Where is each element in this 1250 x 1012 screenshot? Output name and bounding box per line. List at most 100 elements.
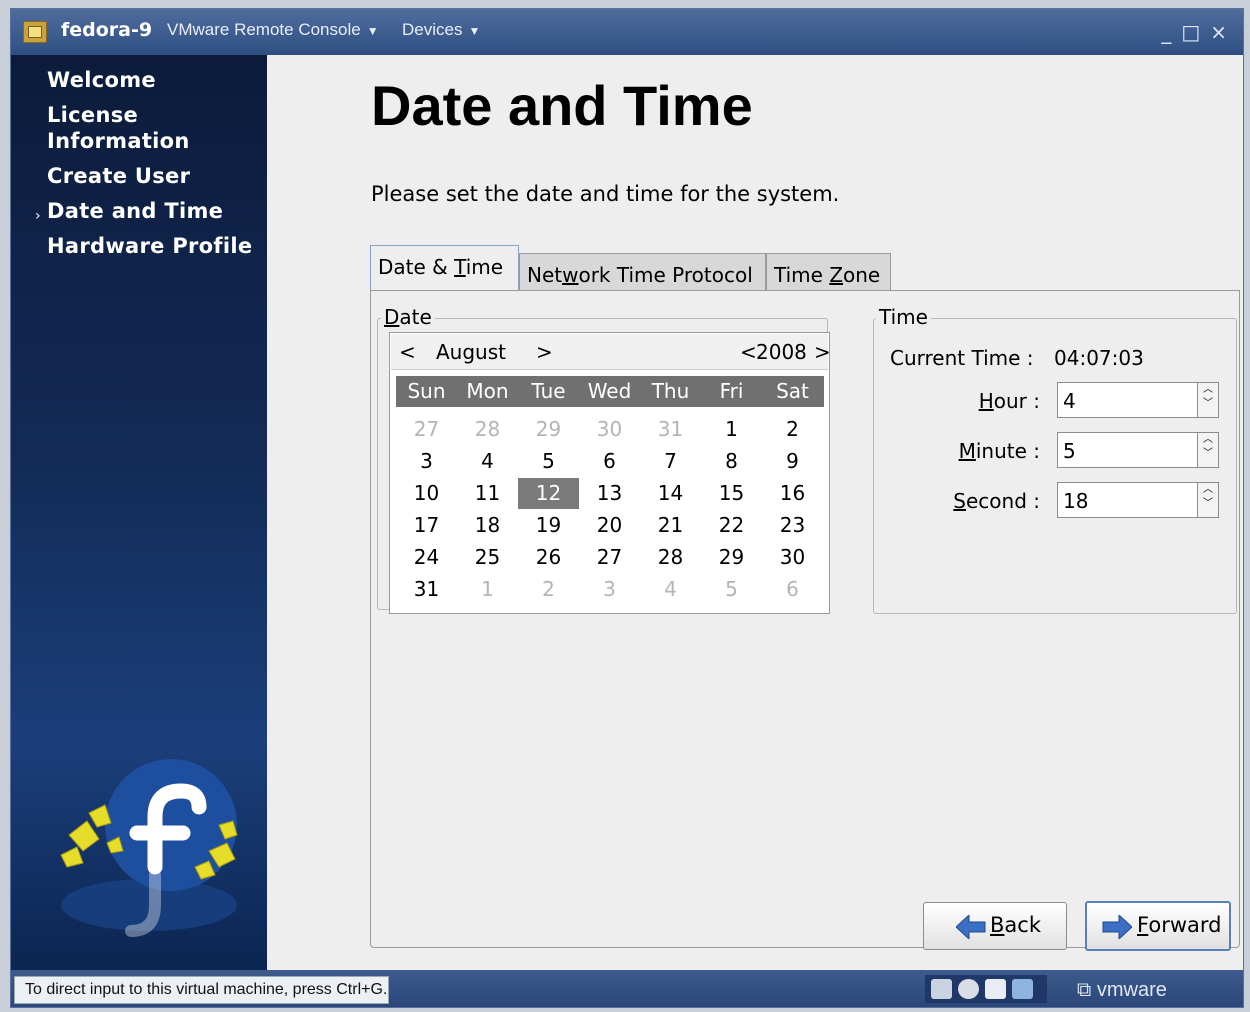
next-month-button[interactable]: > (536, 340, 553, 364)
calendar-day[interactable]: 23 (762, 510, 823, 541)
menu-devices[interactable]: Devices ▼ (402, 20, 480, 40)
label-text: econd : (965, 489, 1040, 513)
menu-vmware-remote-console[interactable]: VMware Remote Console ▼ (167, 20, 379, 40)
calendar-day[interactable]: 10 (396, 478, 457, 509)
calendar-day[interactable]: 15 (701, 478, 762, 509)
calendar-day[interactable]: 27 (579, 542, 640, 573)
vmware-glyph-icon: ⧉ (1077, 979, 1092, 1001)
chevron-down-icon: ▼ (366, 24, 379, 38)
calendar-day[interactable]: 1 (457, 574, 518, 605)
minimize-icon[interactable]: _ (1161, 20, 1171, 44)
calendar-day[interactable]: 30 (762, 542, 823, 573)
prev-year-button[interactable]: < (740, 340, 757, 364)
back-button[interactable]: Back (923, 902, 1067, 950)
time-frame-label: Time (876, 305, 931, 329)
hour-value: 4 (1063, 389, 1076, 413)
calendar: < August > < 2008 > Sun Mon Tue Wed Thu Fri Sa… (389, 332, 831, 614)
calendar-day[interactable]: 11 (457, 478, 518, 509)
prev-month-button[interactable]: < (399, 340, 416, 364)
tab-date-and-time[interactable]: Date & Time (370, 245, 519, 291)
tab-label: Net (527, 263, 563, 287)
calendar-day[interactable]: 28 (640, 542, 701, 573)
calendar-day[interactable]: 20 (579, 510, 640, 541)
calendar-day[interactable]: 30 (579, 414, 640, 445)
label-mnemonic: H (978, 389, 994, 413)
stepper-down-icon[interactable]: ﹀ (1198, 397, 1218, 411)
hour-stepper[interactable]: ︿ ﹀ (1197, 383, 1218, 417)
calendar-day[interactable]: 2 (518, 574, 579, 605)
calendar-day[interactable]: 3 (579, 574, 640, 605)
floppy-icon[interactable] (985, 979, 1006, 999)
calendar-day[interactable]: 17 (396, 510, 457, 541)
chevron-down-icon: ▼ (468, 24, 481, 38)
label-text: ate (399, 305, 432, 329)
calendar-day[interactable]: 3 (396, 446, 457, 477)
calendar-day[interactable]: 25 (457, 542, 518, 573)
calendar-day[interactable]: 22 (701, 510, 762, 541)
calendar-day[interactable]: 8 (701, 446, 762, 477)
network-icon[interactable] (1012, 979, 1033, 999)
calendar-day[interactable]: 5 (518, 446, 579, 477)
calendar-day[interactable]: 5 (701, 574, 762, 605)
calendar-day[interactable]: 29 (701, 542, 762, 573)
tab-label: ork Time Protocol (578, 263, 753, 287)
calendar-header: < August > < 2008 > (391, 334, 831, 370)
second-value: 18 (1063, 489, 1089, 513)
forward-button[interactable]: Forward (1085, 901, 1231, 951)
tab-time-zone[interactable]: Time Zone (766, 253, 891, 291)
stepper-down-icon[interactable]: ﹀ (1198, 497, 1218, 511)
stepper-up-icon[interactable]: ︿ (1198, 383, 1218, 397)
menu-label: VMware Remote Console (167, 20, 361, 39)
calendar-day[interactable]: 6 (579, 446, 640, 477)
minute-spinbox[interactable]: 5 ︿ ﹀ (1057, 432, 1219, 468)
calendar-day[interactable]: 14 (640, 478, 701, 509)
sidebar-item-date-and-time: Date and Time (47, 199, 224, 223)
stepper-down-icon[interactable]: ﹀ (1198, 447, 1218, 461)
stepper-up-icon[interactable]: ︿ (1198, 433, 1218, 447)
calendar-day[interactable]: 26 (518, 542, 579, 573)
tab-mnemonic: Z (829, 263, 844, 287)
calendar-day[interactable]: 31 (640, 414, 701, 445)
stepper-up-icon[interactable]: ︿ (1198, 483, 1218, 497)
vmware-logo: ⧉ vmware (1077, 979, 1167, 1002)
calendar-day[interactable]: 16 (762, 478, 823, 509)
calendar-day[interactable]: 28 (457, 414, 518, 445)
weekday-label: Mon (466, 379, 509, 403)
next-year-button[interactable]: > (814, 340, 831, 364)
calendar-day[interactable]: 21 (640, 510, 701, 541)
calendar-day[interactable]: 24 (396, 542, 457, 573)
current-time-label: Current Time : (890, 346, 1034, 370)
calendar-day[interactable]: 18 (457, 510, 518, 541)
calendar-day[interactable]: 4 (457, 446, 518, 477)
maximize-icon[interactable]: □ (1181, 20, 1200, 44)
minute-label: Minute : (894, 439, 1040, 463)
status-bar: To direct input to this virtual machine,… (11, 970, 1243, 1007)
hard-disk-icon[interactable] (931, 979, 952, 999)
weekday-label: Fri (719, 379, 744, 403)
install-steps-sidebar: Welcome License Information Create User … (11, 55, 267, 970)
tab-label: one (843, 263, 881, 287)
close-icon[interactable]: × (1210, 20, 1227, 44)
second-stepper[interactable]: ︿ ﹀ (1197, 483, 1218, 517)
calendar-day[interactable]: 2 (762, 414, 823, 445)
calendar-day[interactable]: 13 (579, 478, 640, 509)
hour-spinbox[interactable]: 4 ︿ ﹀ (1057, 382, 1219, 418)
calendar-day[interactable]: 27 (396, 414, 457, 445)
instructions-text: Please set the date and time for the sys… (371, 182, 840, 206)
minute-stepper[interactable]: ︿ ﹀ (1197, 433, 1218, 467)
cd-rom-icon[interactable] (958, 979, 979, 999)
second-spinbox[interactable]: 18 ︿ ﹀ (1057, 482, 1219, 518)
calendar-day[interactable]: 29 (518, 414, 579, 445)
calendar-day[interactable]: 6 (762, 574, 823, 605)
calendar-day[interactable]: 19 (518, 510, 579, 541)
weekday-label: Sat (776, 379, 809, 403)
calendar-day-selected[interactable]: 12 (518, 478, 579, 509)
calendar-day[interactable]: 9 (762, 446, 823, 477)
calendar-day[interactable]: 7 (640, 446, 701, 477)
tab-network-time-protocol[interactable]: Network Time Protocol (519, 253, 766, 291)
calendar-day[interactable]: 1 (701, 414, 762, 445)
calendar-day[interactable]: 31 (396, 574, 457, 605)
calendar-day[interactable]: 4 (640, 574, 701, 605)
sidebar-item-welcome: Welcome (47, 68, 156, 92)
sidebar-item-create-user: Create User (47, 164, 191, 188)
